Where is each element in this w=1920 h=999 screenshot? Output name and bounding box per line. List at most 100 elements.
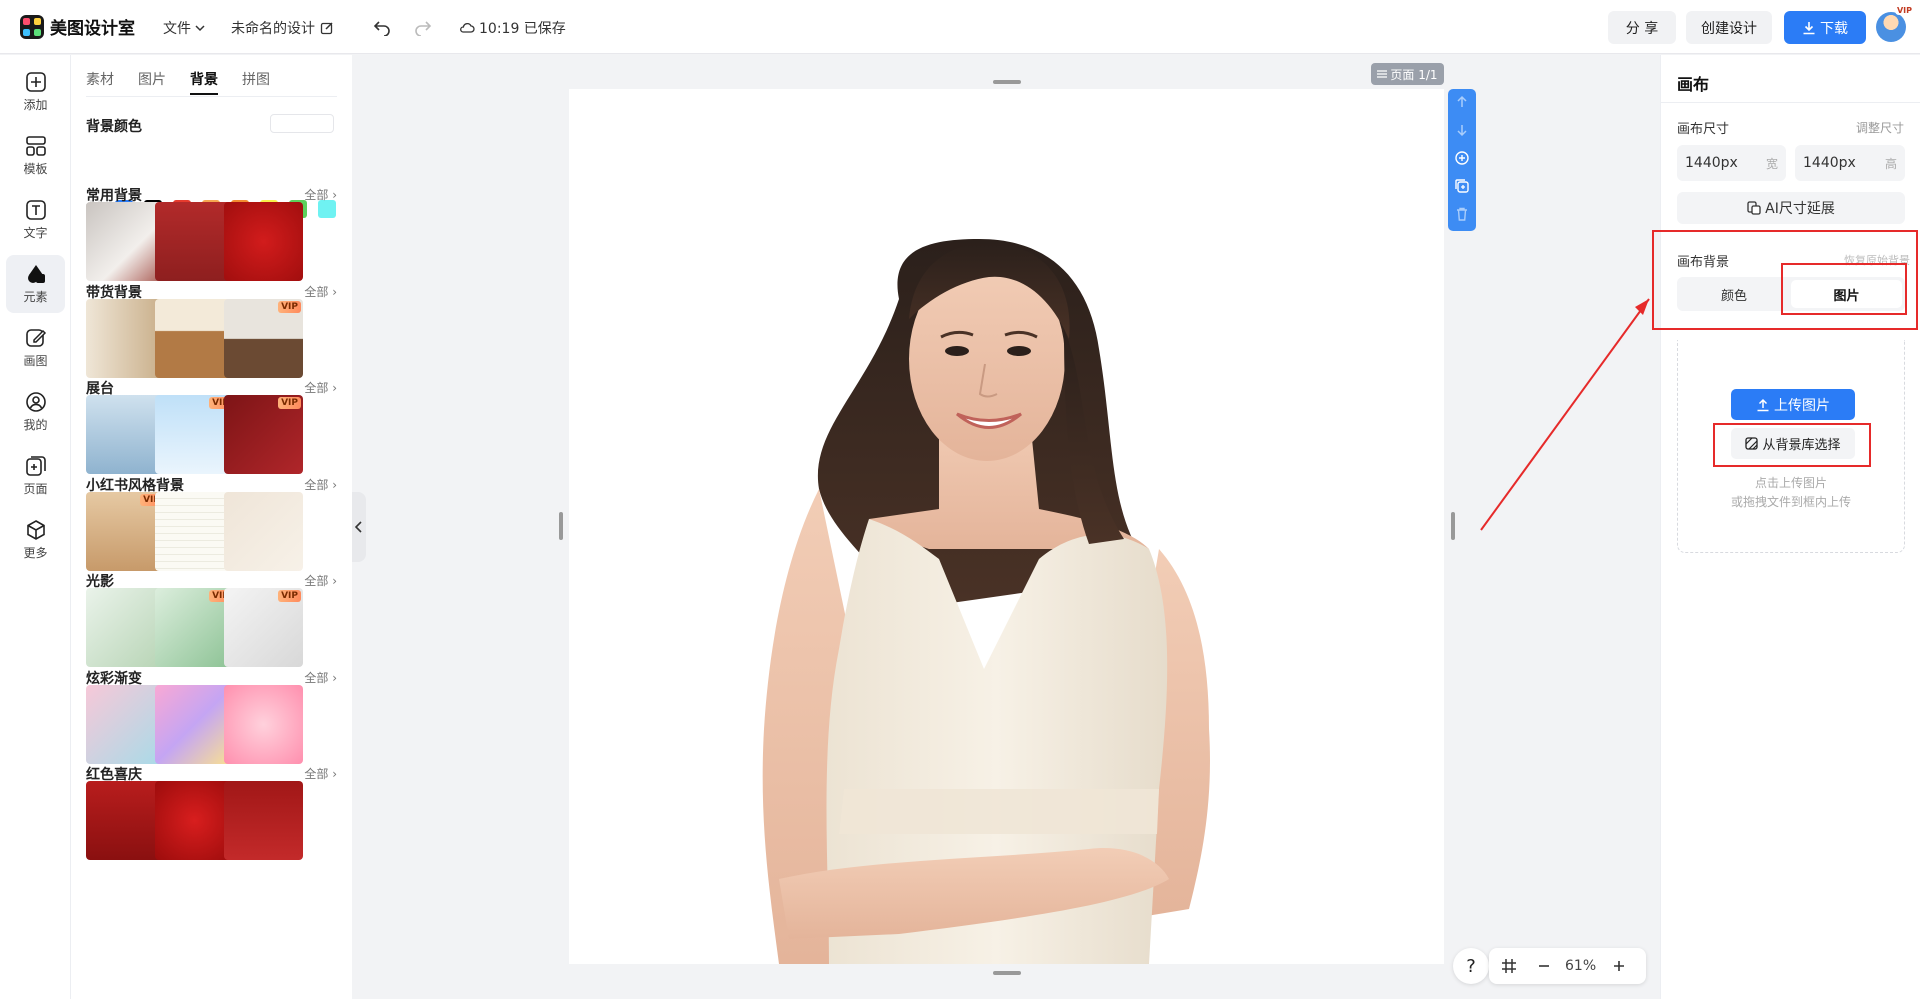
- see-all-link[interactable]: 全部 ›: [304, 572, 337, 589]
- file-menu[interactable]: 文件: [163, 18, 206, 38]
- rail-label: 更多: [23, 546, 48, 560]
- rail-item-page[interactable]: 页面: [6, 447, 65, 505]
- background-thumbnail[interactable]: [155, 298, 234, 378]
- page-add-icon: [25, 456, 46, 476]
- add-page-icon[interactable]: [1455, 151, 1469, 165]
- panel-tabs: 素材 图片 背景 拼图: [86, 69, 337, 97]
- see-all-link[interactable]: 全部 ›: [304, 765, 337, 782]
- zoom-in-icon[interactable]: [1612, 959, 1626, 973]
- custom-color-input[interactable]: [270, 114, 334, 133]
- see-all-link[interactable]: 全部 ›: [304, 669, 337, 686]
- text-icon: [25, 200, 46, 220]
- see-all-link[interactable]: 全部 ›: [304, 379, 337, 396]
- collapse-panel-button[interactable]: [352, 492, 366, 562]
- resize-handle-top[interactable]: [993, 80, 1021, 84]
- ai-expand-button[interactable]: AI尺寸延展: [1677, 192, 1905, 224]
- plus-square-icon: [25, 72, 46, 92]
- rail-label: 我的: [23, 418, 48, 432]
- page-indicator-label: 页面 1/1: [1390, 67, 1438, 82]
- rail-item-more[interactable]: 更多: [6, 511, 65, 569]
- background-thumbnail[interactable]: [155, 491, 234, 571]
- tab-backgrounds[interactable]: 背景: [190, 69, 218, 95]
- portrait-photo[interactable]: [569, 89, 1444, 964]
- page-indicator[interactable]: 页面 1/1: [1371, 63, 1444, 85]
- background-thumbnail[interactable]: [86, 395, 165, 474]
- resize-handle-left[interactable]: [559, 512, 563, 540]
- download-button[interactable]: 下载: [1784, 11, 1866, 44]
- share-button[interactable]: 分 享: [1608, 11, 1676, 44]
- zoom-level[interactable]: 61%: [1565, 958, 1596, 974]
- background-thumbnail[interactable]: [155, 684, 234, 764]
- help-button[interactable]: ?: [1453, 948, 1489, 984]
- rail-item-text[interactable]: 文字: [6, 191, 65, 249]
- background-thumbnail[interactable]: VIP: [155, 395, 234, 474]
- background-thumbnail[interactable]: [224, 202, 303, 281]
- canvas-size-label: 画布尺寸: [1677, 122, 1730, 137]
- background-thumbnail[interactable]: VIP: [155, 588, 234, 667]
- avatar[interactable]: VIP: [1876, 6, 1914, 42]
- redo-icon[interactable]: [414, 18, 432, 36]
- duplicate-page-icon[interactable]: [1455, 179, 1469, 193]
- background-thumbnail[interactable]: [86, 588, 165, 667]
- app-logo[interactable]: 美图设计室: [20, 14, 135, 39]
- canvas-settings-panel: 画布 画布尺寸 调整尺寸 1440px 宽 1440px 高 AI尺寸延展 画布背景…: [1660, 55, 1920, 999]
- background-thumbnail[interactable]: [224, 684, 303, 764]
- width-value: 1440px: [1685, 155, 1738, 171]
- background-thumbnail[interactable]: [224, 781, 303, 860]
- see-all-link[interactable]: 全部 ›: [304, 283, 337, 300]
- upload-image-label: 上传图片: [1774, 397, 1830, 414]
- background-thumbnail[interactable]: [86, 298, 165, 378]
- height-input[interactable]: 1440px 高: [1795, 145, 1905, 181]
- background-thumbnail[interactable]: [224, 491, 303, 571]
- shapes-icon: [27, 265, 45, 283]
- panel-title: 画布: [1677, 75, 1710, 94]
- rail-item-mine[interactable]: 我的: [6, 383, 65, 441]
- background-thumbnail[interactable]: VIP: [224, 395, 303, 474]
- doc-title[interactable]: 未命名的设计: [231, 18, 334, 38]
- see-all-link[interactable]: 全部 ›: [304, 186, 337, 203]
- resize-link[interactable]: 调整尺寸: [1856, 119, 1904, 136]
- resize-handle-right[interactable]: [1451, 512, 1455, 540]
- list-icon: [1377, 70, 1388, 78]
- background-thumbnail[interactable]: [155, 781, 234, 860]
- ai-expand-label: AI尺寸延展: [1765, 201, 1835, 217]
- tab-images[interactable]: 图片: [138, 69, 166, 89]
- move-down-icon[interactable]: [1455, 123, 1469, 137]
- grid-icon[interactable]: [1501, 958, 1517, 974]
- create-design-button[interactable]: 创建设计: [1686, 11, 1772, 44]
- move-up-icon[interactable]: [1455, 95, 1469, 109]
- bg-color-title: 背景颜色: [86, 119, 142, 135]
- resize-handle-bottom[interactable]: [993, 971, 1021, 975]
- tab-collage[interactable]: 拼图: [242, 69, 270, 89]
- background-thumbnail[interactable]: VIP: [224, 298, 303, 378]
- divider: [1661, 102, 1920, 103]
- tab-materials[interactable]: 素材: [86, 69, 114, 89]
- highlight-library-button: [1713, 423, 1871, 467]
- background-panel: 素材 图片 背景 拼图 背景颜色 常用背景 全部 › 带货背景 全部 › VIP 展台 全部…: [71, 55, 352, 999]
- edit-icon[interactable]: [320, 21, 334, 35]
- chevron-left-icon: [355, 521, 362, 533]
- design-canvas[interactable]: [569, 89, 1444, 964]
- rail-item-template[interactable]: 模板: [6, 127, 65, 185]
- background-thumbnail[interactable]: VIP: [224, 588, 303, 667]
- save-status-label: 10:19 已保存: [479, 21, 566, 37]
- delete-page-icon[interactable]: [1455, 207, 1469, 221]
- rail-item-add[interactable]: 添加: [6, 63, 65, 121]
- rail-item-draw[interactable]: 画图: [6, 319, 65, 377]
- rail-label: 页面: [23, 482, 48, 496]
- background-thumbnail[interactable]: [86, 684, 165, 764]
- width-input[interactable]: 1440px 宽: [1677, 145, 1786, 181]
- background-thumbnail[interactable]: [155, 202, 234, 281]
- zoom-bar: 61%: [1489, 948, 1646, 984]
- background-thumbnail[interactable]: VIP: [86, 491, 165, 571]
- see-all-link[interactable]: 全部 ›: [304, 476, 337, 493]
- background-thumbnail[interactable]: [86, 202, 165, 281]
- rail-label: 模板: [23, 162, 48, 176]
- rail-item-elements[interactable]: 元素: [6, 255, 65, 313]
- upload-hint-1: 点击上传图片: [1754, 476, 1827, 490]
- undo-icon[interactable]: [373, 18, 391, 36]
- upload-image-button[interactable]: 上传图片: [1731, 389, 1855, 420]
- background-thumbnail[interactable]: [86, 781, 165, 860]
- vip-badge: VIP: [278, 397, 301, 409]
- zoom-out-icon[interactable]: [1537, 959, 1551, 973]
